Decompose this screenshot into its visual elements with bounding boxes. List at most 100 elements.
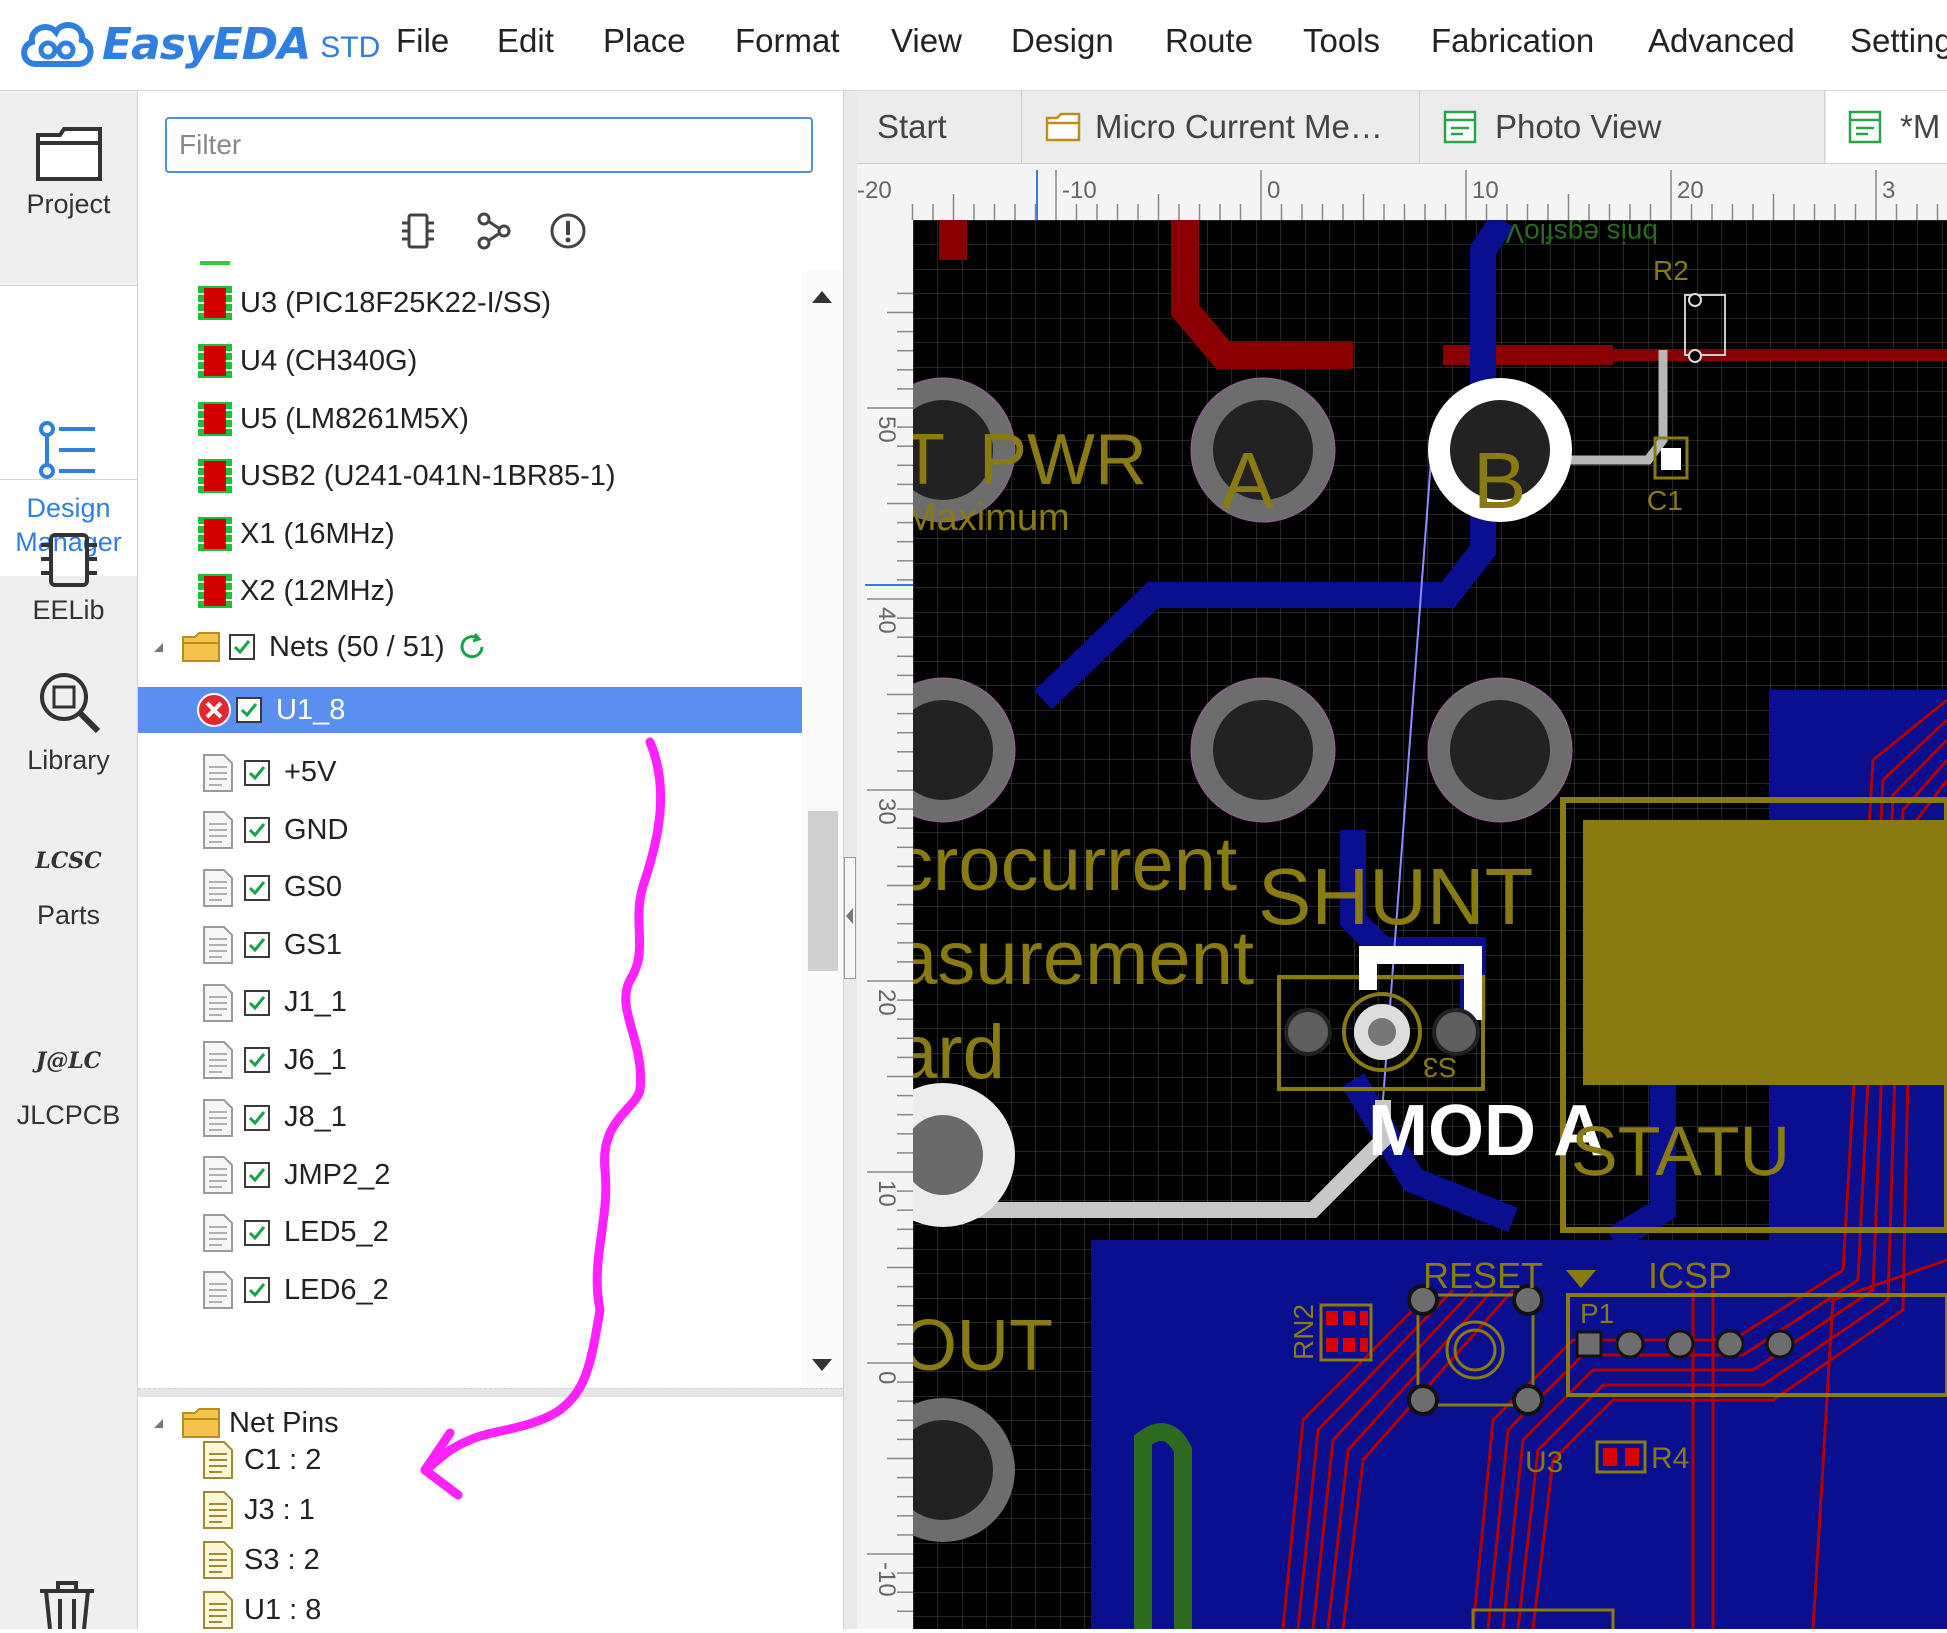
collapse-triangle-icon[interactable] xyxy=(154,1418,163,1428)
net-pins-label: Net Pins xyxy=(229,1406,339,1439)
ruler-label: 10 xyxy=(873,1180,900,1207)
silk-text-t: T xyxy=(913,420,945,500)
design-manager-panel: U3 (PIC18F25K22-I/SS) U4 (CH340G) U5 (LM… xyxy=(138,91,843,1629)
footprint-icon xyxy=(198,459,232,493)
footprint-icon xyxy=(198,517,232,551)
tree-net-item[interactable]: JMP2_2 xyxy=(196,1147,390,1203)
collapse-triangle-icon[interactable] xyxy=(154,642,163,652)
menu-edit[interactable]: Edit xyxy=(497,22,554,60)
sidebar-item-parts[interactable]: LCSC Parts xyxy=(0,836,137,931)
sidebar-item-label: JLCPCB xyxy=(16,1100,121,1130)
vertical-ruler: 50 40 30 20 10 0 -10 xyxy=(857,220,913,1629)
pcb-icon xyxy=(1848,110,1882,144)
menu-view[interactable]: View xyxy=(891,22,962,60)
net-checkbox[interactable] xyxy=(244,1277,270,1303)
net-pin-item[interactable]: J3 : 1 xyxy=(196,1487,315,1533)
net-label: GS1 xyxy=(284,928,343,961)
menu-place[interactable]: Place xyxy=(603,22,686,60)
net-pin-item[interactable]: C1 : 2 xyxy=(196,1437,321,1483)
net-label: J1_1 xyxy=(284,986,347,1018)
ruler-label: 20 xyxy=(1677,177,1704,204)
tree-net-item[interactable]: J6_1 xyxy=(196,1032,347,1088)
sidebar-item-eelib[interactable]: EELib xyxy=(0,531,137,626)
component-icon[interactable] xyxy=(400,211,436,251)
menu-setting[interactable]: Setting xyxy=(1850,22,1947,60)
scroll-thumb[interactable] xyxy=(808,811,838,971)
tree-component-item[interactable]: U3 (PIC18F25K22-I/SS) xyxy=(196,275,551,331)
drc-warning-icon[interactable] xyxy=(548,211,588,251)
net-label: U1_8 xyxy=(276,693,346,726)
tree-net-item[interactable]: GS1 xyxy=(196,917,342,973)
tab-project[interactable]: Micro Current Me… xyxy=(1023,91,1420,163)
easyeda-logo[interactable]: EasyEDA STD xyxy=(18,14,380,74)
menu-file[interactable]: File xyxy=(396,22,449,60)
tree-component-item[interactable]: X2 (12MHz) xyxy=(196,563,395,619)
net-icon[interactable] xyxy=(476,211,512,251)
silk-text-r2: R2 xyxy=(1653,255,1689,286)
net-checkbox[interactable] xyxy=(244,1219,270,1246)
net-checkbox[interactable] xyxy=(244,1162,270,1188)
tree-component-item[interactable]: X1 (16MHz) xyxy=(196,506,395,562)
tab-photo-view[interactable]: Photo View xyxy=(1421,91,1825,163)
tree-net-item[interactable]: GND xyxy=(196,802,348,858)
trash-icon[interactable] xyxy=(36,1581,98,1629)
refresh-icon[interactable] xyxy=(457,632,487,662)
tree-net-item[interactable]: LED5_2 xyxy=(196,1205,389,1261)
sidebar-item-library[interactable]: Library xyxy=(0,669,137,776)
net-checkbox[interactable] xyxy=(244,1047,270,1073)
net-checkbox[interactable] xyxy=(244,989,270,1016)
tree-nets-folder[interactable]: Nets (50 / 51) xyxy=(146,619,487,675)
menu-design[interactable]: Design xyxy=(1011,22,1114,60)
divider xyxy=(0,479,137,480)
tree-net-item-selected[interactable]: U1_8 xyxy=(138,687,802,733)
tree-net-item[interactable]: GS0 xyxy=(196,860,342,916)
tree-scrollbar[interactable] xyxy=(802,271,842,1396)
tab-pcb[interactable]: *M xyxy=(1826,91,1947,163)
net-checkbox[interactable] xyxy=(236,697,262,723)
net-checkbox[interactable] xyxy=(244,1104,270,1131)
silk-text-shunt: SHUNT xyxy=(1258,852,1534,941)
sidebar-item-jlcpcb[interactable]: J@LC JLCPCB xyxy=(0,1036,137,1131)
net-checkbox[interactable] xyxy=(244,932,270,958)
net-label: LED6_2 xyxy=(284,1273,389,1306)
net-document-icon xyxy=(203,1098,233,1137)
menu-fabrication[interactable]: Fabrication xyxy=(1431,22,1594,60)
net-document-icon xyxy=(203,1156,233,1194)
net-label: GS0 xyxy=(284,871,343,903)
tree-net-item[interactable]: J8_1 xyxy=(196,1090,347,1146)
scroll-down-icon[interactable] xyxy=(812,1359,832,1371)
menu-advanced[interactable]: Advanced xyxy=(1648,22,1795,60)
tree-component-item[interactable]: U4 (CH340G) xyxy=(196,333,417,389)
component-label: U4 (CH340G) xyxy=(240,344,418,377)
menu-format[interactable]: Format xyxy=(735,22,840,60)
scroll-up-icon[interactable] xyxy=(812,291,832,303)
footprint-icon xyxy=(198,344,232,378)
footprint-icon xyxy=(198,402,232,436)
net-document-icon xyxy=(203,753,233,792)
net-checkbox[interactable] xyxy=(244,817,270,843)
collapse-panel-handle[interactable] xyxy=(844,857,856,979)
photo-view-icon xyxy=(1443,110,1477,144)
tree-component-item[interactable]: U5 (LM8261M5X) xyxy=(196,391,469,447)
net-checkbox[interactable] xyxy=(244,874,270,901)
tree-component-item[interactable]: USB2 (U241-041N-1BR85-1) xyxy=(196,448,616,504)
error-icon xyxy=(197,693,231,727)
silk-text-maximum: Maximum xyxy=(913,497,1070,539)
silk-text-s3: S3 xyxy=(1423,1052,1457,1083)
nets-checkbox[interactable] xyxy=(229,634,255,660)
pcb-board[interactable]: T PWR Maximum A B crocurrent asurement a… xyxy=(913,220,1947,1629)
net-checkbox[interactable] xyxy=(244,759,270,786)
tree-net-item[interactable]: LED6_2 xyxy=(196,1262,389,1318)
menu-route[interactable]: Route xyxy=(1165,22,1253,60)
net-pin-item[interactable]: S3 : 2 xyxy=(196,1537,320,1583)
tree-net-item[interactable]: J1_1 xyxy=(196,975,347,1031)
net-document-icon xyxy=(203,1213,233,1252)
menu-tools[interactable]: Tools xyxy=(1303,22,1380,60)
filter-input[interactable] xyxy=(165,117,813,173)
chip-icon xyxy=(40,533,97,587)
tree-net-item[interactable]: +5V xyxy=(196,745,336,801)
ruler-label: -10 xyxy=(873,1562,900,1597)
pcb-canvas[interactable]: -20 -10 0 10 20 3 50 40 30 20 10 0 -10 T… xyxy=(857,164,1947,1629)
tab-start[interactable]: Start xyxy=(857,91,1022,163)
net-pin-item[interactable]: U1 : 8 xyxy=(196,1587,321,1633)
